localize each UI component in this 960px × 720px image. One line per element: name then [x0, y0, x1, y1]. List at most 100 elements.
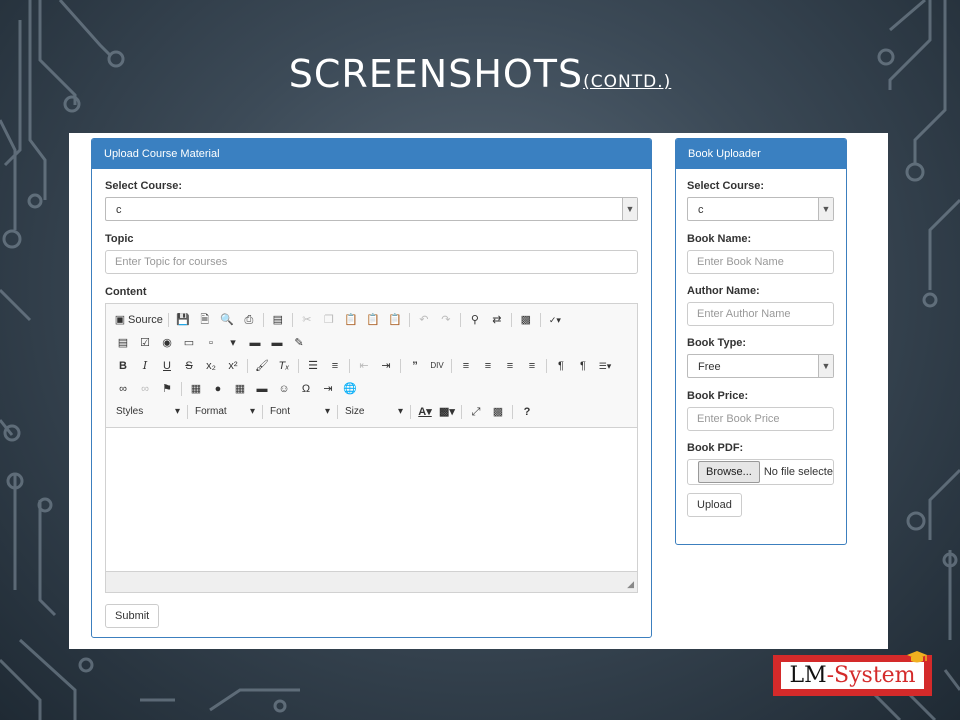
align-center-icon[interactable]: ≡	[479, 357, 497, 375]
copy-icon[interactable]: ❐	[320, 311, 338, 329]
upload-course-panel: Upload Course Material Select Course: c …	[91, 138, 652, 638]
topic-input[interactable]: Enter Topic for courses	[105, 250, 638, 274]
remove-format-icon[interactable]: Tₓ	[275, 357, 293, 375]
cut-icon[interactable]: ✂	[298, 311, 316, 329]
select-field-icon[interactable]: ▾	[224, 334, 242, 352]
language-icon[interactable]: ☰▾	[596, 357, 614, 375]
caret-down-icon: ▾	[249, 405, 255, 417]
horizontal-line-icon[interactable]: ▬	[253, 380, 271, 398]
indent-icon[interactable]: ⇥	[377, 357, 395, 375]
select-course-value: c	[116, 204, 122, 216]
paste-text-icon[interactable]: 📋	[364, 311, 382, 329]
radio-icon[interactable]: ◉	[158, 334, 176, 352]
book-uploader-body: Select Course: c ▼ Book Name: Enter Book…	[676, 180, 846, 517]
checkbox-icon[interactable]: ☑	[136, 334, 154, 352]
maximize-icon[interactable]: ⤢	[467, 403, 485, 421]
book-type-label: Book Type:	[687, 337, 747, 349]
resize-handle-icon[interactable]: ◢	[627, 579, 634, 590]
slide-title: SCREENSHOTS(CONTD.)	[0, 52, 960, 96]
numbered-list-icon[interactable]: ☰	[304, 357, 322, 375]
paste-icon[interactable]: 📋	[342, 311, 360, 329]
subscript-icon[interactable]: x₂	[202, 357, 220, 375]
book-price-input[interactable]: Enter Book Price	[687, 407, 834, 431]
smiley-icon[interactable]: ☺	[275, 380, 293, 398]
book-pdf-label: Book PDF:	[687, 442, 744, 454]
spellcheck-icon[interactable]: ✓▾	[546, 311, 564, 329]
bulleted-list-icon[interactable]: ≡	[326, 357, 344, 375]
font-combo[interactable]: Font ▾	[266, 403, 334, 421]
new-doc-icon[interactable]: 🗎	[196, 311, 214, 329]
select-all-icon[interactable]: ▩	[517, 311, 535, 329]
copy-format-icon[interactable]: 🖌	[253, 357, 271, 375]
form-icon[interactable]: ▤	[114, 334, 132, 352]
book-pdf-file-input[interactable]: Browse... No file selected.	[687, 459, 834, 485]
save-icon[interactable]: 💾	[174, 311, 192, 329]
undo-icon[interactable]: ↶	[415, 311, 433, 329]
upload-button[interactable]: Upload	[687, 493, 742, 517]
styles-combo[interactable]: Styles ▾	[112, 403, 184, 421]
source-icon: ▣	[114, 313, 126, 326]
toolbar-separator	[510, 312, 512, 327]
underline-icon[interactable]: U	[158, 357, 176, 375]
button-icon[interactable]: ▬	[246, 334, 264, 352]
toolbar-separator	[291, 312, 293, 327]
ltr-icon[interactable]: ¶	[552, 357, 570, 375]
book-select-course-dropdown[interactable]: c ▼	[687, 197, 834, 221]
lm-system-logo: LM - System	[773, 651, 932, 696]
strike-icon[interactable]: S	[180, 357, 198, 375]
book-type-dropdown[interactable]: Free ▼	[687, 354, 834, 378]
unlink-icon[interactable]: ∞	[136, 380, 154, 398]
preview-icon[interactable]: 🔍	[218, 311, 236, 329]
link-icon[interactable]: ∞	[114, 380, 132, 398]
format-combo[interactable]: Format ▾	[191, 403, 259, 421]
align-left-icon[interactable]: ≡	[457, 357, 475, 375]
hidden-field-icon[interactable]: ✎	[290, 334, 308, 352]
text-field-icon[interactable]: ▭	[180, 334, 198, 352]
graduation-cap-icon	[906, 651, 927, 663]
toolbar-separator	[410, 404, 411, 419]
help-icon[interactable]: ?	[518, 403, 536, 421]
blockquote-icon[interactable]: ”	[406, 357, 424, 375]
anchor-icon[interactable]: ⚑	[158, 380, 176, 398]
browse-button[interactable]: Browse...	[698, 461, 760, 483]
textarea-icon[interactable]: ▫	[202, 334, 220, 352]
paste-word-icon[interactable]: 📋	[386, 311, 404, 329]
image-button-icon[interactable]: ▬	[268, 334, 286, 352]
size-combo-label: Size	[345, 405, 365, 417]
submit-button[interactable]: Submit	[105, 604, 160, 628]
text-color-icon[interactable]: A▾	[416, 403, 434, 421]
source-button[interactable]: Source	[128, 311, 163, 329]
logo-dash-text: -	[826, 663, 835, 688]
book-name-label: Book Name:	[687, 233, 752, 245]
special-char-icon[interactable]: Ω	[297, 380, 315, 398]
flash-icon[interactable]: ●	[209, 380, 227, 398]
editor-content-area[interactable]	[106, 428, 637, 571]
rtl-icon[interactable]: ¶	[574, 357, 592, 375]
justify-icon[interactable]: ≡	[523, 357, 541, 375]
image-icon[interactable]: ▦	[187, 380, 205, 398]
outdent-icon[interactable]: ⇤	[355, 357, 373, 375]
print-icon[interactable]: ⎙	[240, 311, 258, 329]
book-name-input[interactable]: Enter Book Name	[687, 250, 834, 274]
superscript-icon[interactable]: x²	[224, 357, 242, 375]
show-blocks-icon[interactable]: ▩	[489, 403, 507, 421]
redo-icon[interactable]: ↷	[437, 311, 455, 329]
table-icon[interactable]: ▦	[231, 380, 249, 398]
editor-toolbar: ▣ Source 💾 🗎 🔍 ⎙ ▤ ✂ ❐ 📋 📋 📋 ↶ ↷ ⚲ ⇄ ▩ ✓…	[106, 304, 637, 428]
align-right-icon[interactable]: ≡	[501, 357, 519, 375]
iframe-icon[interactable]: 🌐	[341, 380, 359, 398]
find-icon[interactable]: ⚲	[466, 311, 484, 329]
div-icon[interactable]: DIV	[428, 357, 446, 375]
size-combo[interactable]: Size ▾	[341, 403, 407, 421]
background-color-icon[interactable]: ▩▾	[438, 403, 456, 421]
italic-icon[interactable]: I	[136, 357, 154, 375]
templates-icon[interactable]: ▤	[269, 311, 287, 329]
slide-title-sub: (CONTD.)	[583, 72, 672, 92]
bold-icon[interactable]: B	[114, 357, 132, 375]
caret-down-icon: ▾	[397, 405, 403, 417]
page-break-icon[interactable]: ⇥	[319, 380, 337, 398]
replace-icon[interactable]: ⇄	[488, 311, 506, 329]
book-price-label: Book Price:	[687, 390, 749, 402]
select-course-dropdown[interactable]: c ▼	[105, 197, 638, 221]
author-name-input[interactable]: Enter Author Name	[687, 302, 834, 326]
